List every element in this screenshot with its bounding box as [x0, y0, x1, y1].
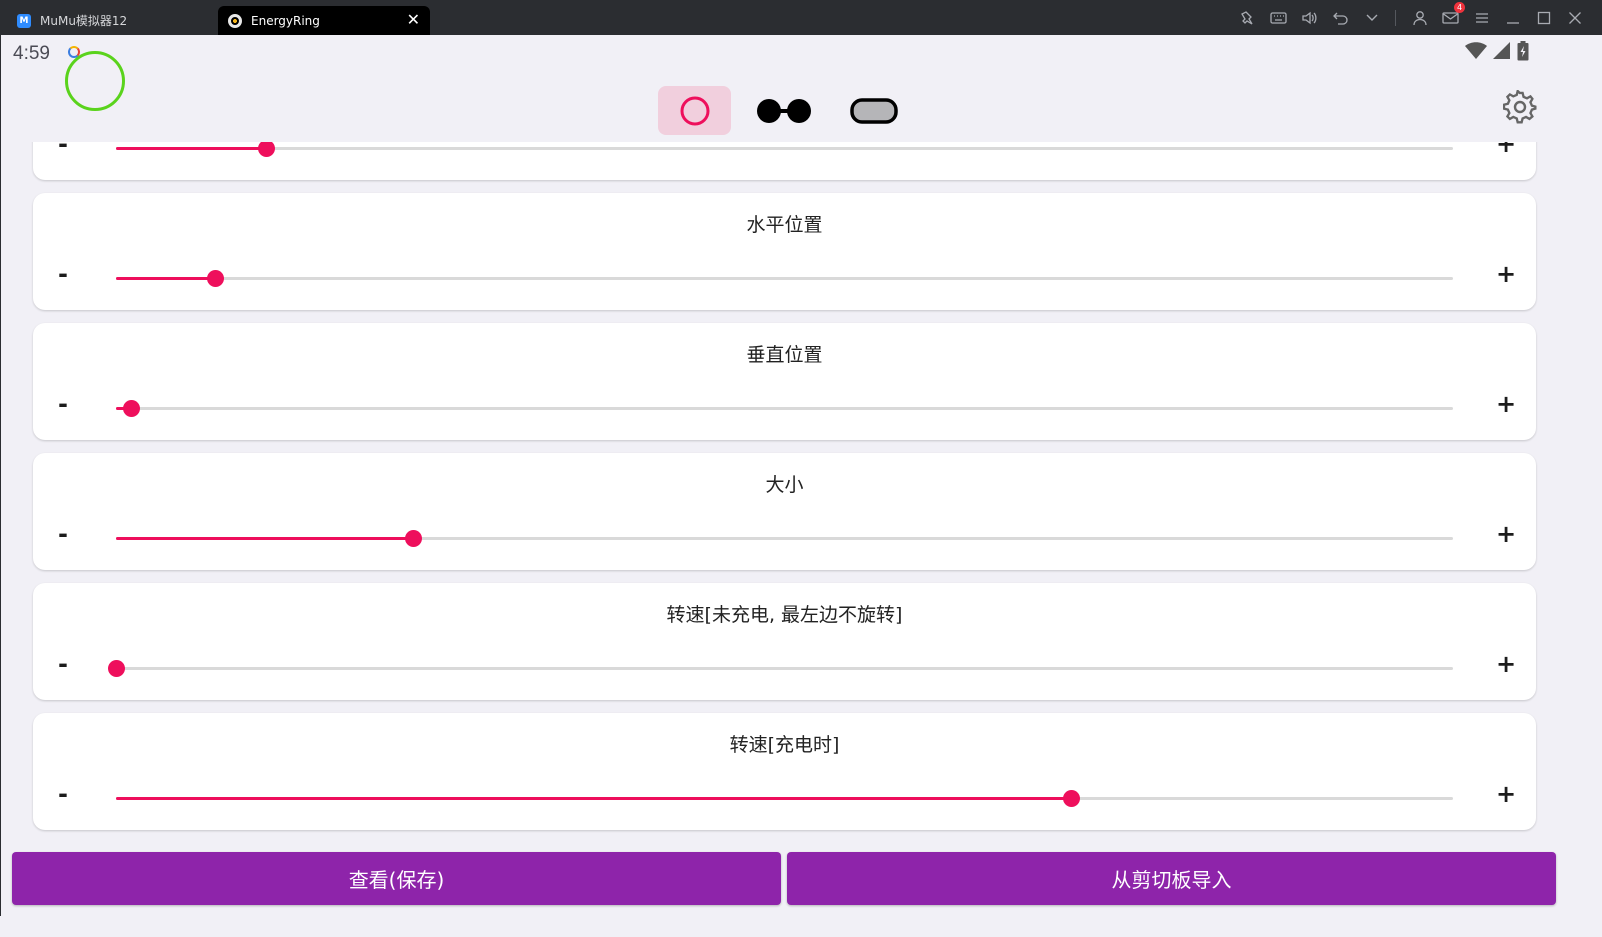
setting-card-horizontal-position: 水平位置 - +: [33, 193, 1536, 310]
battery-icon: [1517, 41, 1529, 61]
slider-thumb[interactable]: [257, 142, 275, 157]
speed-not-charging-slider[interactable]: [108, 659, 1453, 679]
status-icons: [1465, 41, 1529, 61]
signal-icon: [1493, 42, 1510, 59]
mail-icon[interactable]: 4: [1435, 2, 1466, 28]
slider-track: [116, 277, 1453, 280]
dual-ring-shape-button[interactable]: [751, 86, 817, 135]
menu-icon[interactable]: [1466, 8, 1497, 28]
decrease-button[interactable]: -: [48, 259, 78, 289]
emulator-titlebar: M MuMu模拟器12 EnergyRing ✕ 4: [0, 0, 1602, 35]
increase-button[interactable]: +: [1491, 779, 1521, 809]
slider-thumb[interactable]: [122, 400, 140, 417]
decrease-button[interactable]: -: [48, 519, 78, 549]
card-title: 转速[充电时]: [729, 734, 840, 756]
ring-shape-button[interactable]: [658, 86, 731, 135]
chevron-down-icon[interactable]: [1356, 8, 1387, 28]
vertical-position-slider[interactable]: [116, 399, 1453, 419]
decrease-button[interactable]: -: [48, 389, 78, 419]
emulator-right-edge: [1567, 35, 1602, 937]
card-title: 水平位置: [746, 214, 823, 236]
card-title: 大小: [765, 474, 804, 496]
notification-badge: 4: [1454, 2, 1465, 13]
increase-button[interactable]: +: [1491, 142, 1521, 159]
maximize-icon[interactable]: [1528, 8, 1559, 28]
dual-ring-shape-icon: [757, 98, 811, 123]
pin-icon[interactable]: [1232, 8, 1263, 28]
setting-card-vertical-position: 垂直位置 - +: [33, 323, 1536, 440]
increase-button[interactable]: +: [1491, 389, 1521, 419]
increase-button[interactable]: +: [1491, 519, 1521, 549]
tab-label: MuMu模拟器12: [40, 14, 128, 28]
minimize-icon[interactable]: [1497, 8, 1528, 28]
tab-close-icon[interactable]: ✕: [407, 12, 420, 28]
slider-thumb[interactable]: [404, 530, 422, 547]
horizontal-position-slider[interactable]: [116, 269, 1453, 289]
emulator-bottom-edge: [0, 916, 1602, 937]
slider-thumb[interactable]: [1062, 790, 1080, 807]
volume-icon[interactable]: [1294, 8, 1325, 28]
slider-fill: [116, 537, 413, 540]
shape-selector: [1, 86, 1567, 142]
settings-list[interactable]: - + 水平位置 - + 垂直位置 - + 大小 - + 转速[未充电, 最左边…: [1, 142, 1567, 860]
ring-shape-icon: [680, 96, 709, 125]
mumu-app-icon: M: [17, 13, 31, 28]
value-slider[interactable]: [116, 142, 1453, 159]
wifi-icon: [1465, 42, 1487, 59]
setting-card: - +: [33, 142, 1536, 180]
card-title: 垂直位置: [746, 344, 823, 366]
energyring-app-icon: [228, 13, 242, 28]
gear-icon: [1502, 88, 1537, 124]
window-controls: 4: [1232, 2, 1590, 28]
status-time: 4:59: [13, 43, 50, 64]
decrease-button[interactable]: -: [48, 142, 78, 159]
slider-thumb[interactable]: [108, 660, 125, 677]
slider-track: [116, 407, 1453, 410]
tab-mumu[interactable]: M MuMu模拟器12: [8, 6, 213, 35]
decrease-button[interactable]: -: [48, 779, 78, 809]
card-title: 转速[未充电, 最左边不旋转]: [666, 604, 903, 626]
slider-fill: [116, 147, 266, 150]
toolbar-divider: [1395, 10, 1396, 26]
setting-card-speed-not-charging: 转速[未充电, 最左边不旋转] - +: [33, 583, 1536, 700]
close-icon[interactable]: [1559, 8, 1590, 28]
pill-shape-button[interactable]: [844, 86, 904, 135]
user-icon[interactable]: [1404, 8, 1435, 28]
undo-icon[interactable]: [1325, 8, 1356, 28]
keyboard-icon[interactable]: [1263, 8, 1294, 28]
tab-energyring[interactable]: EnergyRing ✕: [218, 6, 430, 35]
tab-label: EnergyRing: [251, 13, 320, 28]
increase-button[interactable]: +: [1491, 649, 1521, 679]
settings-button[interactable]: [1502, 88, 1537, 124]
slider-track: [116, 147, 1453, 150]
slider-fill: [116, 797, 1071, 800]
bottom-action-bar: 查看(保存) 从剪切板导入: [1, 850, 1567, 916]
speed-charging-slider[interactable]: [116, 789, 1453, 809]
slider-fill: [116, 277, 215, 280]
setting-card-size: 大小 - +: [33, 453, 1536, 570]
view-save-button[interactable]: 查看(保存): [12, 852, 781, 905]
import-from-clipboard-button[interactable]: 从剪切板导入: [787, 852, 1556, 905]
decrease-button[interactable]: -: [48, 649, 78, 679]
android-screen: 4:59 - + 水平位置 - + 垂直位置 - + 大小 - + 转速[未充电…: [1, 35, 1567, 916]
slider-track: [116, 667, 1453, 670]
pill-shape-icon: [850, 97, 898, 124]
slider-thumb[interactable]: [206, 270, 224, 287]
increase-button[interactable]: +: [1491, 259, 1521, 289]
size-slider[interactable]: [116, 529, 1453, 549]
setting-card-speed-charging: 转速[充电时] - +: [33, 713, 1536, 830]
